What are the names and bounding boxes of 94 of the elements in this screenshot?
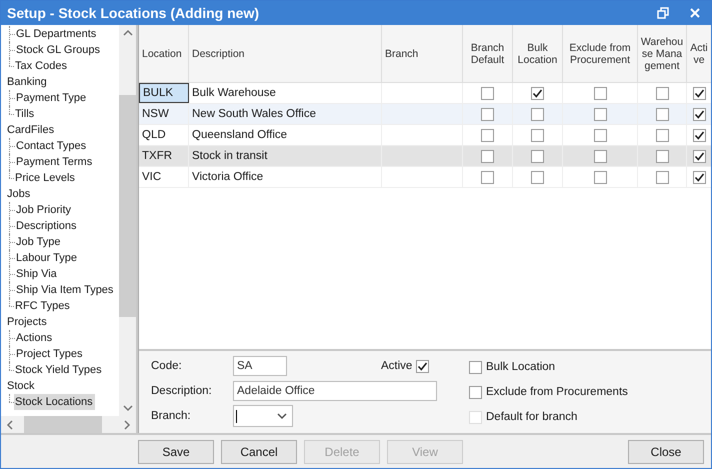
- scroll-thumb[interactable]: [119, 95, 136, 317]
- tree-item[interactable]: Payment Terms: [15, 154, 94, 170]
- column-header[interactable]: Location: [139, 25, 189, 82]
- table-cell: BULK: [139, 83, 189, 103]
- checkbox[interactable]: [594, 86, 606, 100]
- checkbox-label: Active: [381, 360, 412, 372]
- column-header[interactable]: Description: [189, 25, 382, 82]
- checkbox-label: Exclude from Procurements: [486, 386, 628, 398]
- tree-item[interactable]: Project Types: [15, 346, 84, 362]
- description-field[interactable]: Adelaide Office: [233, 381, 437, 401]
- tree-item[interactable]: Stock GL Groups: [15, 42, 102, 58]
- checkbox[interactable]: [481, 170, 494, 184]
- field-label: Branch:: [151, 410, 192, 422]
- table-cell: Stock in transit: [189, 146, 382, 166]
- tree-item[interactable]: Job Type: [15, 234, 62, 250]
- column-header[interactable]: Branch Default: [463, 25, 513, 82]
- table-cell: Queensland Office: [189, 125, 382, 145]
- tree-item[interactable]: Payment Type: [15, 90, 88, 106]
- branch-dropdown[interactable]: [233, 405, 293, 427]
- column-header[interactable]: Active: [687, 25, 711, 82]
- tree-group[interactable]: Stock: [1, 378, 35, 394]
- column-header[interactable]: Bulk Location: [513, 25, 563, 82]
- vertical-scrollbar[interactable]: [119, 25, 136, 416]
- table-cell: Bulk Warehouse: [189, 83, 382, 103]
- table-cell: Victoria Office: [189, 167, 382, 187]
- tree-item[interactable]: Stock Yield Types: [14, 362, 104, 378]
- tree-item[interactable]: Tills: [14, 106, 36, 122]
- checkbox[interactable]: [594, 150, 606, 162]
- table-row[interactable]: TXFR Stock in transit: [139, 146, 711, 167]
- column-header[interactable]: Exclude from Procurement: [563, 25, 638, 82]
- window-title: Setup - Stock Locations (Adding new): [7, 5, 260, 21]
- tree-item[interactable]: Ship Via: [15, 266, 59, 282]
- table-cell: QLD: [139, 125, 189, 145]
- field-label: Code:: [151, 360, 183, 372]
- tree-item[interactable]: Labour Type: [15, 250, 79, 266]
- table-cell: NSW: [139, 104, 189, 124]
- tree-item[interactable]: Descriptions: [15, 218, 79, 234]
- checkbox-label: Default for branch: [486, 411, 578, 423]
- checkbox[interactable]: [594, 108, 606, 120]
- table-row[interactable]: NSW New South Wales Office: [139, 104, 711, 125]
- column-header[interactable]: Warehouse Management: [638, 25, 687, 82]
- restore-icon[interactable]: [657, 7, 669, 19]
- checkbox[interactable]: [594, 170, 606, 184]
- checkbox[interactable]: [531, 170, 544, 184]
- tree-item[interactable]: Actions: [15, 330, 54, 346]
- column-header[interactable]: Branch: [382, 25, 463, 82]
- checkbox[interactable]: [481, 150, 494, 162]
- close-icon[interactable]: [689, 7, 701, 19]
- tree-group[interactable]: Jobs: [1, 186, 30, 202]
- checkbox[interactable]: [531, 108, 544, 120]
- checkbox[interactable]: [656, 86, 668, 100]
- tree-group[interactable]: CardFiles: [1, 122, 54, 138]
- action-button[interactable]: Save: [138, 440, 214, 464]
- checkbox[interactable]: [692, 150, 706, 162]
- table-cell: New South Wales Office: [189, 104, 382, 124]
- checkbox[interactable]: [594, 128, 606, 142]
- tree-item[interactable]: Stock Locations: [14, 394, 95, 410]
- checkbox[interactable]: [531, 150, 544, 162]
- tree-group[interactable]: Banking: [1, 74, 47, 90]
- checkbox[interactable]: [656, 128, 668, 142]
- checkbox[interactable]: [656, 150, 668, 162]
- tree-item[interactable]: Contact Types: [15, 138, 88, 154]
- checkbox[interactable]: [481, 108, 494, 120]
- checkbox[interactable]: [656, 170, 668, 184]
- code-field[interactable]: SA: [233, 356, 287, 376]
- checkbox[interactable]: [469, 386, 482, 398]
- checkbox[interactable]: [692, 108, 706, 120]
- tree-item[interactable]: Price Levels: [14, 170, 77, 186]
- table-cell: VIC: [139, 167, 189, 187]
- checkbox[interactable]: [416, 360, 430, 372]
- tree-item[interactable]: Tax Codes: [14, 58, 69, 74]
- table-cell: TXFR: [139, 146, 189, 166]
- table-row[interactable]: VIC Victoria Office: [139, 167, 711, 188]
- field-label: Description:: [151, 385, 213, 397]
- tree-item[interactable]: Job Priority: [15, 202, 74, 218]
- close-button[interactable]: Close: [628, 440, 704, 464]
- tree-item[interactable]: GL Departments: [15, 26, 98, 42]
- checkbox[interactable]: [656, 108, 668, 120]
- scroll-thumb[interactable]: [24, 416, 102, 433]
- tree-item[interactable]: RFC Types: [14, 298, 72, 314]
- checkbox[interactable]: [692, 128, 706, 142]
- tree-item[interactable]: Ship Via Item Types: [15, 282, 116, 298]
- checkbox[interactable]: [481, 128, 494, 142]
- checkbox[interactable]: [531, 86, 544, 100]
- checkbox[interactable]: [469, 360, 482, 374]
- horizontal-scrollbar[interactable]: [1, 416, 136, 433]
- action-button[interactable]: Cancel: [221, 440, 297, 464]
- checkbox[interactable]: [531, 128, 544, 142]
- checkbox[interactable]: [692, 170, 706, 184]
- chevron-down-icon: [277, 412, 287, 420]
- checkbox[interactable]: [481, 86, 494, 100]
- checkbox[interactable]: [692, 86, 706, 100]
- checkbox-label: Bulk Location: [486, 361, 556, 373]
- tree-group[interactable]: Projects: [1, 314, 47, 330]
